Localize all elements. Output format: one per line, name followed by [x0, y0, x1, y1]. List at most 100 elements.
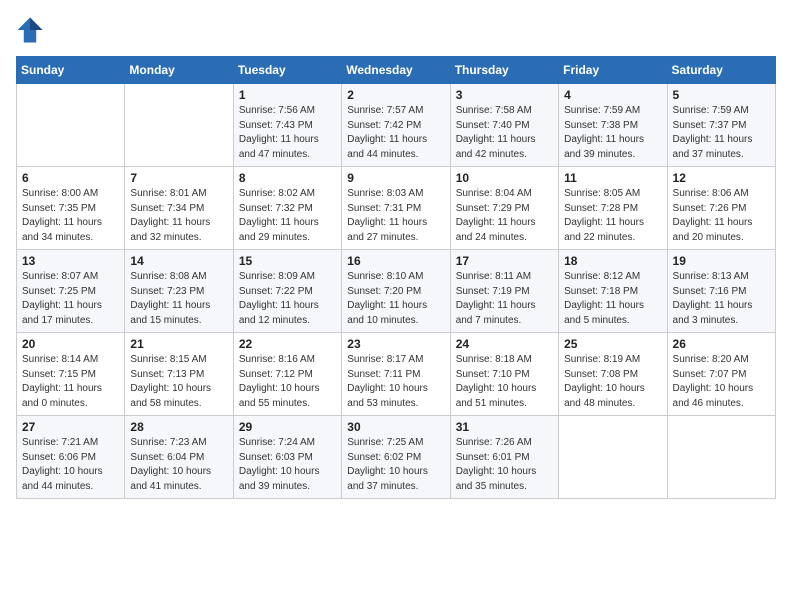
day-number: 31 — [456, 420, 553, 434]
calendar-cell: 19 Sunrise: 8:13 AM Sunset: 7:16 PM Dayli… — [667, 250, 775, 333]
day-content: Sunrise: 8:07 AM Sunset: 7:25 PM Dayligh… — [22, 270, 119, 328]
calendar-cell — [17, 84, 125, 167]
day-content: Sunrise: 7:24 AM Sunset: 6:03 PM Dayligh… — [239, 436, 336, 494]
day-content: Sunrise: 8:03 AM Sunset: 7:31 PM Dayligh… — [347, 187, 444, 245]
day-content: Sunrise: 8:00 AM Sunset: 7:35 PM Dayligh… — [22, 187, 119, 245]
day-content: Sunrise: 8:15 AM Sunset: 7:13 PM Dayligh… — [130, 353, 227, 411]
calendar-week-row: 20 Sunrise: 8:14 AM Sunset: 7:15 PM Dayli… — [17, 333, 776, 416]
day-number: 9 — [347, 171, 444, 185]
calendar-cell: 25 Sunrise: 8:19 AM Sunset: 7:08 PM Dayli… — [559, 333, 667, 416]
calendar-cell: 28 Sunrise: 7:23 AM Sunset: 6:04 PM Dayli… — [125, 416, 233, 499]
day-number: 29 — [239, 420, 336, 434]
day-number: 15 — [239, 254, 336, 268]
day-number: 8 — [239, 171, 336, 185]
calendar-cell: 7Sunrise: 8:01 AM Sunset: 7:34 PM Daylig… — [125, 167, 233, 250]
day-number: 16 — [347, 254, 444, 268]
calendar-cell: 29 Sunrise: 7:24 AM Sunset: 6:03 PM Dayli… — [233, 416, 341, 499]
calendar-cell: 9 Sunrise: 8:03 AM Sunset: 7:31 PM Daylig… — [342, 167, 450, 250]
calendar-cell: 1 Sunrise: 7:56 AM Sunset: 7:43 PM Daylig… — [233, 84, 341, 167]
day-content: Sunrise: 8:16 AM Sunset: 7:12 PM Dayligh… — [239, 353, 336, 411]
calendar-cell: 4 Sunrise: 7:59 AM Sunset: 7:38 PM Daylig… — [559, 84, 667, 167]
calendar-week-row: 13Sunrise: 8:07 AM Sunset: 7:25 PM Dayli… — [17, 250, 776, 333]
calendar-cell: 26Sunrise: 8:20 AM Sunset: 7:07 PM Dayli… — [667, 333, 775, 416]
day-content: Sunrise: 8:10 AM Sunset: 7:20 PM Dayligh… — [347, 270, 444, 328]
calendar-cell — [667, 416, 775, 499]
weekday-header-tuesday: Tuesday — [233, 57, 341, 84]
day-content: Sunrise: 8:08 AM Sunset: 7:23 PM Dayligh… — [130, 270, 227, 328]
day-content: Sunrise: 8:04 AM Sunset: 7:29 PM Dayligh… — [456, 187, 553, 245]
day-number: 1 — [239, 88, 336, 102]
calendar-cell: 10 Sunrise: 8:04 AM Sunset: 7:29 PM Dayli… — [450, 167, 558, 250]
weekday-header-sunday: Sunday — [17, 57, 125, 84]
day-content: Sunrise: 8:18 AM Sunset: 7:10 PM Dayligh… — [456, 353, 553, 411]
logo-icon — [16, 16, 44, 44]
calendar-cell: 18Sunrise: 8:12 AM Sunset: 7:18 PM Dayli… — [559, 250, 667, 333]
calendar-cell: 15Sunrise: 8:09 AM Sunset: 7:22 PM Dayli… — [233, 250, 341, 333]
day-content: Sunrise: 8:14 AM Sunset: 7:15 PM Dayligh… — [22, 353, 119, 411]
day-content: Sunrise: 7:23 AM Sunset: 6:04 PM Dayligh… — [130, 436, 227, 494]
calendar-cell: 17 Sunrise: 8:11 AM Sunset: 7:19 PM Dayli… — [450, 250, 558, 333]
day-content: Sunrise: 8:06 AM Sunset: 7:26 PM Dayligh… — [673, 187, 770, 245]
calendar-cell: 20 Sunrise: 8:14 AM Sunset: 7:15 PM Dayli… — [17, 333, 125, 416]
calendar-cell: 21 Sunrise: 8:15 AM Sunset: 7:13 PM Dayli… — [125, 333, 233, 416]
day-number: 21 — [130, 337, 227, 351]
day-number: 19 — [673, 254, 770, 268]
calendar-cell: 12 Sunrise: 8:06 AM Sunset: 7:26 PM Dayli… — [667, 167, 775, 250]
day-content: Sunrise: 7:59 AM Sunset: 7:38 PM Dayligh… — [564, 104, 661, 162]
day-number: 10 — [456, 171, 553, 185]
day-number: 7 — [130, 171, 227, 185]
calendar-cell: 27 Sunrise: 7:21 AM Sunset: 6:06 PM Dayli… — [17, 416, 125, 499]
day-number: 3 — [456, 88, 553, 102]
day-content: Sunrise: 7:56 AM Sunset: 7:43 PM Dayligh… — [239, 104, 336, 162]
page-header — [16, 16, 776, 44]
weekday-header-friday: Friday — [559, 57, 667, 84]
day-number: 20 — [22, 337, 119, 351]
calendar-cell: 13Sunrise: 8:07 AM Sunset: 7:25 PM Dayli… — [17, 250, 125, 333]
weekday-header-saturday: Saturday — [667, 57, 775, 84]
calendar-cell: 11 Sunrise: 8:05 AM Sunset: 7:28 PM Dayli… — [559, 167, 667, 250]
day-content: Sunrise: 8:02 AM Sunset: 7:32 PM Dayligh… — [239, 187, 336, 245]
calendar-cell: 5Sunrise: 7:59 AM Sunset: 7:37 PM Daylig… — [667, 84, 775, 167]
calendar-cell: 22 Sunrise: 8:16 AM Sunset: 7:12 PM Dayli… — [233, 333, 341, 416]
logo — [16, 16, 48, 44]
calendar-cell: 24 Sunrise: 8:18 AM Sunset: 7:10 PM Dayli… — [450, 333, 558, 416]
day-number: 23 — [347, 337, 444, 351]
day-number: 28 — [130, 420, 227, 434]
day-content: Sunrise: 8:17 AM Sunset: 7:11 PM Dayligh… — [347, 353, 444, 411]
weekday-header-thursday: Thursday — [450, 57, 558, 84]
calendar-cell: 14 Sunrise: 8:08 AM Sunset: 7:23 PM Dayli… — [125, 250, 233, 333]
calendar-cell: 8 Sunrise: 8:02 AM Sunset: 7:32 PM Daylig… — [233, 167, 341, 250]
calendar-cell: 30 Sunrise: 7:25 AM Sunset: 6:02 PM Dayli… — [342, 416, 450, 499]
day-number: 25 — [564, 337, 661, 351]
day-content: Sunrise: 8:13 AM Sunset: 7:16 PM Dayligh… — [673, 270, 770, 328]
day-number: 6 — [22, 171, 119, 185]
weekday-header-row: SundayMondayTuesdayWednesdayThursdayFrid… — [17, 57, 776, 84]
day-number: 2 — [347, 88, 444, 102]
day-content: Sunrise: 8:05 AM Sunset: 7:28 PM Dayligh… — [564, 187, 661, 245]
day-number: 27 — [22, 420, 119, 434]
day-number: 17 — [456, 254, 553, 268]
day-number: 18 — [564, 254, 661, 268]
weekday-header-wednesday: Wednesday — [342, 57, 450, 84]
day-content: Sunrise: 8:19 AM Sunset: 7:08 PM Dayligh… — [564, 353, 661, 411]
day-content: Sunrise: 7:26 AM Sunset: 6:01 PM Dayligh… — [456, 436, 553, 494]
calendar-table: SundayMondayTuesdayWednesdayThursdayFrid… — [16, 56, 776, 499]
day-number: 12 — [673, 171, 770, 185]
day-number: 30 — [347, 420, 444, 434]
calendar-cell: 31 Sunrise: 7:26 AM Sunset: 6:01 PM Dayli… — [450, 416, 558, 499]
calendar-cell: 16 Sunrise: 8:10 AM Sunset: 7:20 PM Dayli… — [342, 250, 450, 333]
day-content: Sunrise: 7:59 AM Sunset: 7:37 PM Dayligh… — [673, 104, 770, 162]
day-number: 14 — [130, 254, 227, 268]
calendar-cell: 2 Sunrise: 7:57 AM Sunset: 7:42 PM Daylig… — [342, 84, 450, 167]
day-number: 22 — [239, 337, 336, 351]
day-content: Sunrise: 7:25 AM Sunset: 6:02 PM Dayligh… — [347, 436, 444, 494]
day-content: Sunrise: 7:57 AM Sunset: 7:42 PM Dayligh… — [347, 104, 444, 162]
day-content: Sunrise: 7:21 AM Sunset: 6:06 PM Dayligh… — [22, 436, 119, 494]
calendar-week-row: 1 Sunrise: 7:56 AM Sunset: 7:43 PM Daylig… — [17, 84, 776, 167]
day-content: Sunrise: 8:11 AM Sunset: 7:19 PM Dayligh… — [456, 270, 553, 328]
calendar-cell: 3Sunrise: 7:58 AM Sunset: 7:40 PM Daylig… — [450, 84, 558, 167]
day-number: 24 — [456, 337, 553, 351]
day-number: 4 — [564, 88, 661, 102]
day-number: 11 — [564, 171, 661, 185]
calendar-week-row: 27 Sunrise: 7:21 AM Sunset: 6:06 PM Dayli… — [17, 416, 776, 499]
